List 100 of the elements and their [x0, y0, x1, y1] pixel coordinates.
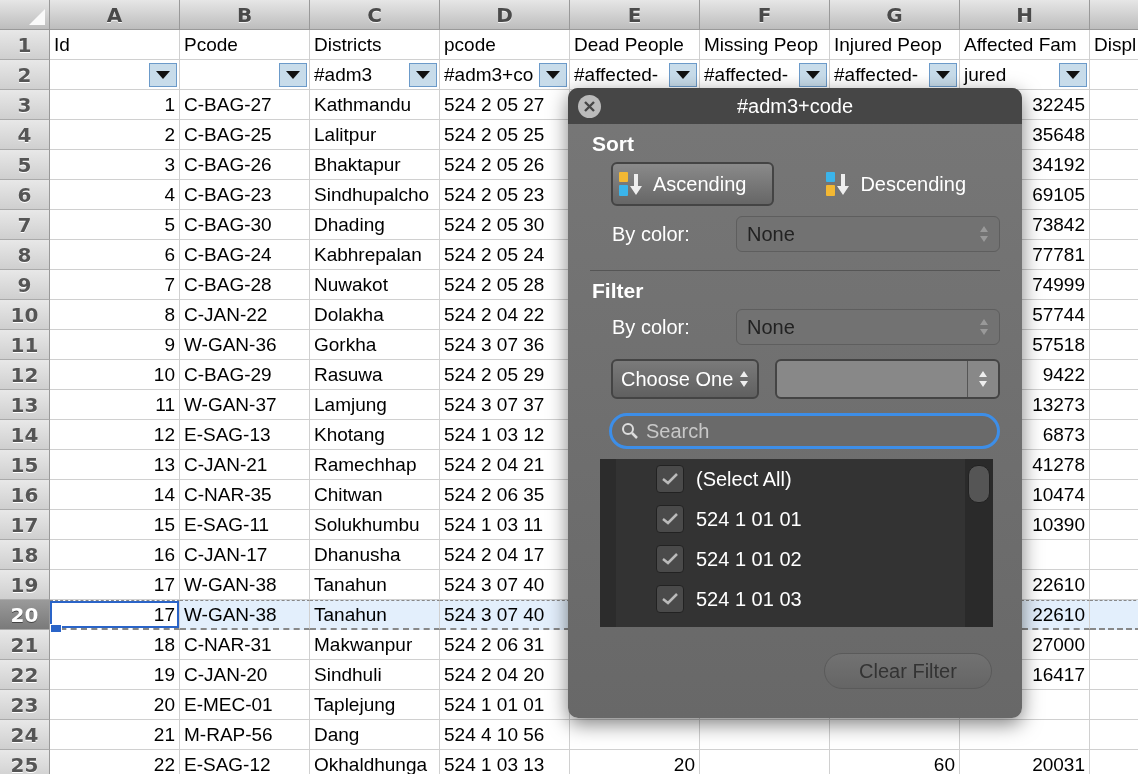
condition-select[interactable]: Choose One: [611, 359, 760, 399]
table-cell: 2: [50, 120, 180, 150]
row-header[interactable]: 1: [0, 30, 50, 60]
row-header[interactable]: 7: [0, 210, 50, 240]
row-header[interactable]: 6: [0, 180, 50, 210]
list-item[interactable]: 524 1 01 02: [696, 547, 802, 571]
table-cell: Kathmandu: [310, 90, 440, 120]
filter-dropdown-button[interactable]: [669, 63, 697, 87]
row-header[interactable]: 13: [0, 390, 50, 420]
row-header[interactable]: 23: [0, 690, 50, 720]
select-all-corner[interactable]: [0, 0, 50, 30]
checkbox[interactable]: [656, 585, 684, 613]
row-header[interactable]: 4: [0, 120, 50, 150]
table-cell: C-BAG-25: [180, 120, 310, 150]
table-cell: 13: [50, 450, 180, 480]
table-cell: Nuwakot: [310, 270, 440, 300]
close-button[interactable]: [578, 95, 601, 118]
fill-handle[interactable]: [50, 624, 62, 633]
row-header[interactable]: 2: [0, 60, 50, 90]
filter-dropdown-button[interactable]: [539, 63, 567, 87]
scrollbar[interactable]: [965, 459, 993, 627]
list-item[interactable]: 524 1 01 01: [696, 507, 802, 531]
table-cell: 14: [50, 480, 180, 510]
row-header[interactable]: 24: [0, 720, 50, 750]
triangle-icon: [676, 71, 690, 79]
column-header[interactable]: D: [440, 0, 570, 30]
row-header[interactable]: 9: [0, 270, 50, 300]
triangle-icon: [1066, 71, 1080, 79]
sort-order-icon: [617, 170, 645, 198]
row-header[interactable]: 19: [0, 570, 50, 600]
section-heading: Filter: [592, 279, 645, 303]
checkmark-icon: [662, 593, 678, 605]
scroll-thumb[interactable]: [968, 465, 990, 503]
row-header[interactable]: 17: [0, 510, 50, 540]
row-header[interactable]: 16: [0, 480, 50, 510]
filter-dropdown-button[interactable]: [149, 63, 177, 87]
table-cell: Solukhumbu: [310, 510, 440, 540]
column-header[interactable]: A: [50, 0, 180, 30]
column-header[interactable]: H: [960, 0, 1090, 30]
popup-title: #adm3+code: [736, 94, 854, 118]
search-field[interactable]: Search: [609, 413, 1000, 449]
row-header[interactable]: 12: [0, 360, 50, 390]
sort-button[interactable]: Ascending: [611, 162, 775, 206]
row-header[interactable]: 3: [0, 90, 50, 120]
column-header[interactable]: G: [830, 0, 960, 30]
row-header[interactable]: 18: [0, 540, 50, 570]
field-label: By color:: [612, 315, 691, 339]
filter-dropdown-button[interactable]: [1059, 63, 1087, 87]
row-header[interactable]: 8: [0, 240, 50, 270]
list-item[interactable]: 524 1 01 03: [696, 587, 802, 611]
triangle-icon: [806, 71, 820, 79]
table-cell: E-SAG-12: [180, 750, 310, 774]
corner-triangle-icon: [29, 9, 45, 25]
row-header[interactable]: 20: [0, 600, 50, 630]
filter-dropdown-button[interactable]: [799, 63, 827, 87]
column-header[interactable]: E: [570, 0, 700, 30]
tag-text: #adm3: [314, 63, 373, 86]
table-cell: Rasuwa: [310, 360, 440, 390]
table-cell: Dhanusha: [310, 540, 440, 570]
table-cell: E-SAG-11: [180, 510, 310, 540]
checkbox[interactable]: [656, 545, 684, 573]
header-cell: Displ: [1090, 30, 1138, 60]
column-header[interactable]: B: [180, 0, 310, 30]
row-header[interactable]: 5: [0, 150, 50, 180]
column-header[interactable]: C: [310, 0, 440, 30]
field-label: By color:: [612, 222, 691, 246]
filter-dropdown-button[interactable]: [279, 63, 307, 87]
table-cell: 6: [50, 240, 180, 270]
row-header[interactable]: 15: [0, 450, 50, 480]
table-cell: 9: [50, 330, 180, 360]
table-cell: 524 4 10 56: [440, 720, 570, 750]
table-cell: 11: [50, 390, 180, 420]
list-item[interactable]: (Select All): [696, 467, 792, 491]
row-header[interactable]: 14: [0, 420, 50, 450]
row-header[interactable]: 22: [0, 660, 50, 690]
row-header[interactable]: 25: [0, 750, 50, 774]
triangle-icon: [936, 71, 950, 79]
checkbox[interactable]: [656, 465, 684, 493]
color-select[interactable]: None: [736, 216, 1000, 252]
table-cell: C-NAR-35: [180, 480, 310, 510]
checkbox[interactable]: [656, 505, 684, 533]
stepper-arrows-icon: [979, 318, 989, 336]
table-cell: C-BAG-28: [180, 270, 310, 300]
row-header[interactable]: 21: [0, 630, 50, 660]
table-cell: C-BAG-30: [180, 210, 310, 240]
table-cell: 1: [50, 90, 180, 120]
row-header[interactable]: 10: [0, 300, 50, 330]
color-select[interactable]: None: [736, 309, 1000, 345]
table-cell: Gorkha: [310, 330, 440, 360]
table-cell: [1090, 600, 1138, 630]
close-icon: [584, 101, 595, 112]
row-header[interactable]: 11: [0, 330, 50, 360]
table-cell: Makwanpur: [310, 630, 440, 660]
filter-dropdown-button[interactable]: [409, 63, 437, 87]
column-header[interactable]: F: [700, 0, 830, 30]
value-field[interactable]: [775, 359, 1000, 399]
table-cell: C-JAN-17: [180, 540, 310, 570]
header-cell: Affected Fam: [960, 30, 1090, 60]
table-cell: C-BAG-26: [180, 150, 310, 180]
filter-dropdown-button[interactable]: [929, 63, 957, 87]
